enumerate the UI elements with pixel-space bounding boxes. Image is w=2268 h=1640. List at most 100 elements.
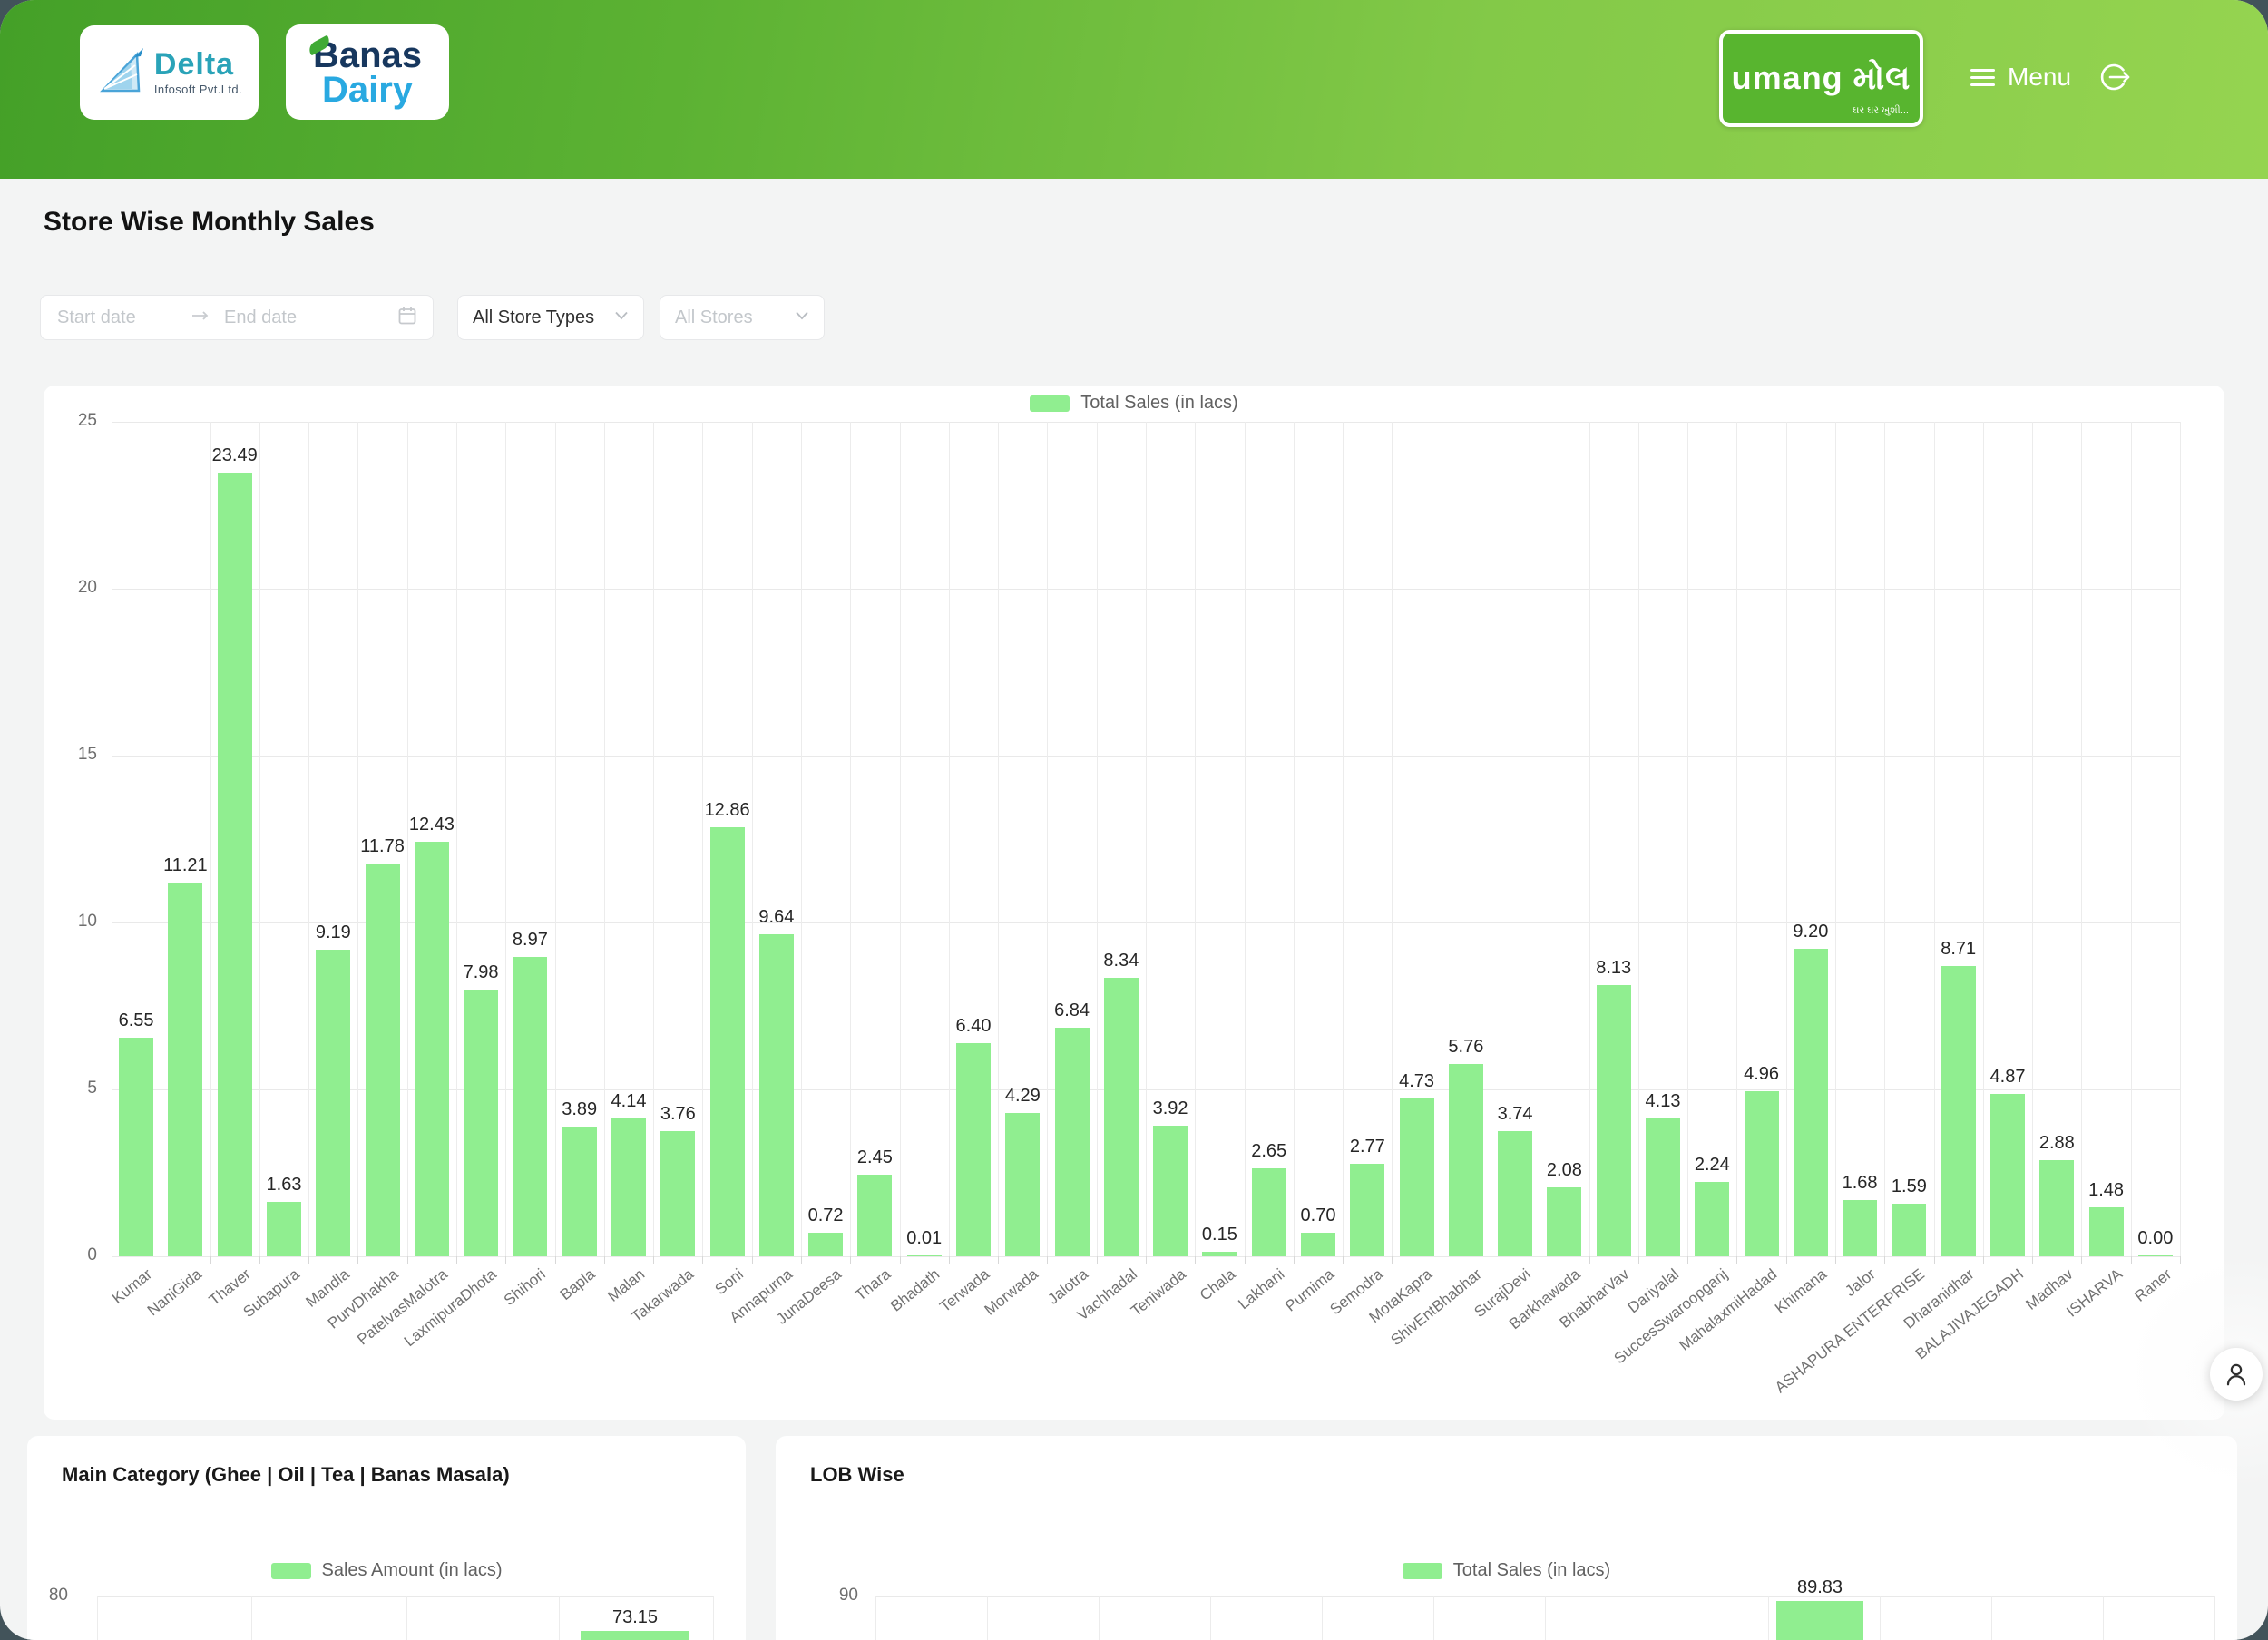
bar-value-label: 73.15 (581, 1607, 689, 1628)
grid-line-v (251, 1596, 252, 1640)
bar-Terwada[interactable] (956, 1043, 991, 1257)
delta-logo-title: Delta (154, 49, 242, 80)
grid-line-v (1880, 1596, 1881, 1640)
stores-select[interactable]: All Stores (660, 295, 825, 340)
bar-PurvDhakha[interactable] (366, 864, 400, 1257)
grid-line-h (875, 1596, 2214, 1597)
bar-Raner[interactable] (2138, 1255, 2173, 1257)
bar-Chala[interactable] (1202, 1252, 1237, 1257)
bar-Teniwada[interactable] (1153, 1126, 1188, 1256)
bar-MotaKapra[interactable] (1400, 1098, 1434, 1256)
banas-dairy-logo: Banas Dairy (286, 24, 449, 120)
bar-Khimana[interactable] (1794, 949, 1828, 1256)
app-header: Delta Infosoft Pvt.Ltd. Banas Dairy uman… (0, 0, 2268, 179)
chart-legend[interactable]: Sales Amount (in lacs) (27, 1560, 746, 1581)
chevron-down-icon (614, 309, 629, 326)
umang-mall-logo: umang મોલ ઘર ઘર ખુશી... (1719, 30, 1923, 127)
end-date-input[interactable] (222, 307, 358, 329)
bar-Jalor[interactable] (1843, 1200, 1877, 1256)
delta-infosoft-logo: Delta Infosoft Pvt.Ltd. (80, 25, 259, 120)
bar-Bapla[interactable] (562, 1127, 597, 1256)
bar-LaxmipuraDhota[interactable] (464, 990, 498, 1256)
menu-label: Menu (2008, 63, 2071, 92)
grid-line-v (875, 1596, 876, 1640)
bar-Mandla[interactable] (316, 950, 350, 1256)
bar-ASHAPURA ENTERPRISE[interactable] (1892, 1204, 1926, 1257)
bar-Soni[interactable] (710, 827, 745, 1256)
bar-Malan[interactable] (611, 1118, 646, 1256)
calendar-icon (396, 305, 418, 331)
date-range-picker[interactable] (40, 295, 434, 340)
bar-Lakhani[interactable] (1252, 1168, 1286, 1257)
bar-SuccesSwaroopganj[interactable] (1695, 1182, 1729, 1256)
chart-legend[interactable]: Total Sales (in lacs) (776, 1560, 2237, 1581)
grid-line-v (1099, 1596, 1100, 1640)
range-arrow-icon (191, 309, 210, 327)
bar-Barkhawada[interactable] (1547, 1187, 1581, 1257)
legend-label: Total Sales (in lacs) (1080, 393, 1237, 414)
bar-SurajDevi[interactable] (1498, 1131, 1532, 1256)
bar-PatelvasMalotra[interactable] (415, 842, 449, 1256)
grid-line-v (1768, 1596, 1769, 1640)
bar-value-89.83[interactable] (1776, 1601, 1863, 1640)
chart-legend[interactable]: Total Sales (in lacs) (44, 393, 2224, 414)
logout-button[interactable] (2096, 58, 2134, 96)
main-category-title: Main Category (Ghee | Oil | Tea | Banas … (62, 1463, 510, 1487)
grid-line-v (1991, 1596, 1992, 1640)
bar-ISHARVA[interactable] (2089, 1207, 2124, 1257)
grid-line-v (2214, 1596, 2215, 1640)
bar-JunaDeesa[interactable] (808, 1233, 843, 1257)
delta-sail-icon (96, 44, 149, 102)
hamburger-icon (1970, 64, 1995, 91)
grid-line-h (97, 1596, 713, 1597)
bar-Semodra[interactable] (1350, 1164, 1384, 1256)
bar-Dariyalal[interactable] (1646, 1118, 1680, 1256)
bar-Thara[interactable] (857, 1175, 892, 1256)
bar-Vachhadal[interactable] (1104, 978, 1139, 1256)
bar-Annapurna[interactable] (759, 934, 794, 1256)
umang-logo-subtext: ઘર ઘર ખુશી... (1853, 105, 1909, 117)
bar-Subapura[interactable] (267, 1202, 301, 1256)
legend-label: Total Sales (in lacs) (1453, 1560, 1610, 1581)
page-title: Store Wise Monthly Sales (44, 207, 375, 238)
store-type-select[interactable]: All Store Types (457, 295, 644, 340)
logout-icon (2096, 58, 2134, 96)
stores-placeholder: All Stores (675, 308, 753, 328)
bar-Dharanidhar[interactable] (1941, 966, 1976, 1257)
start-date-input[interactable] (55, 307, 191, 329)
menu-button[interactable]: Menu (1970, 57, 2071, 97)
lob-wise-title: LOB Wise (810, 1463, 904, 1487)
grid-line-v (1210, 1596, 1211, 1640)
y-axis-label: 90 (802, 1586, 858, 1606)
user-button[interactable] (2210, 1348, 2263, 1401)
bar-Takarwada[interactable] (660, 1131, 695, 1256)
bar-BhabharVav[interactable] (1597, 985, 1631, 1256)
legend-swatch (1403, 1563, 1442, 1579)
dashboard-app: Delta Infosoft Pvt.Ltd. Banas Dairy uman… (0, 0, 2268, 1640)
bar-BALAJIVAJEGADH[interactable] (1990, 1094, 2025, 1256)
bar-Jalotra[interactable] (1055, 1028, 1090, 1256)
bar-Purnima[interactable] (1301, 1233, 1335, 1256)
lob-wise-card: LOB Wise Total Sales (in lacs) 9089.83 (776, 1436, 2237, 1640)
grid-line-v (1322, 1596, 1323, 1640)
y-axis-label: 80 (27, 1586, 68, 1606)
bar-Thaver[interactable] (218, 473, 252, 1256)
bar-Kumar[interactable] (119, 1038, 153, 1256)
grid-line-v (987, 1596, 988, 1640)
legend-swatch (271, 1563, 311, 1579)
legend-swatch (1030, 395, 1070, 412)
person-icon (2223, 1361, 2250, 1388)
bar-NaniGida[interactable] (168, 883, 202, 1257)
grid-line-v (406, 1596, 407, 1640)
bar-Madhav[interactable] (2039, 1160, 2074, 1256)
bar-ShivEntBhabhar[interactable] (1449, 1064, 1483, 1256)
legend-label: Sales Amount (in lacs) (322, 1560, 503, 1581)
bar-MahalaxmiHadad[interactable] (1745, 1091, 1779, 1257)
umang-logo-text: umang મોલ (1732, 59, 1911, 98)
main-category-card: Main Category (Ghee | Oil | Tea | Banas … (27, 1436, 746, 1640)
bar-Bhadath[interactable] (907, 1255, 942, 1257)
grid-line-v (1433, 1596, 1434, 1640)
bar-Shihori[interactable] (513, 957, 547, 1256)
bar-Morwada[interactable] (1005, 1113, 1040, 1256)
bar-value-73.15[interactable] (581, 1631, 689, 1640)
